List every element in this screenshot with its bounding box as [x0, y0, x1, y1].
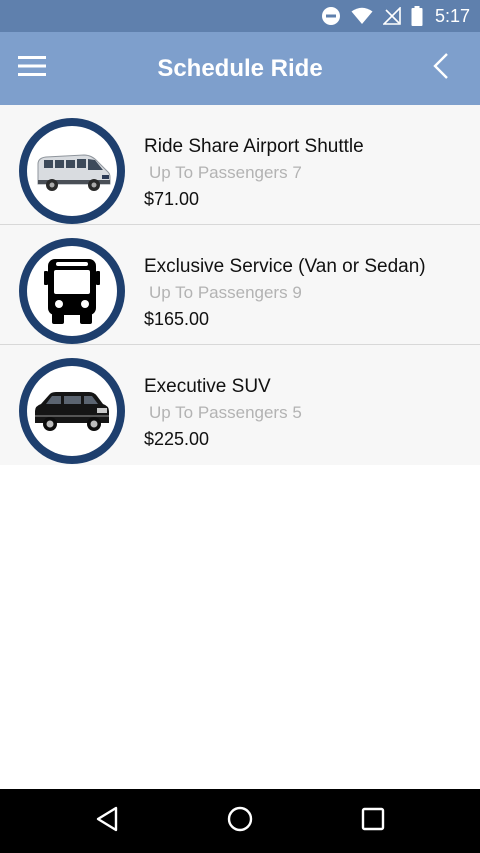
van-image	[37, 154, 111, 191]
ride-thumbnail	[19, 118, 125, 224]
system-nav-bar	[0, 789, 480, 853]
battery-icon	[411, 6, 423, 26]
status-bar: 5:17	[0, 0, 480, 32]
bus-icon	[44, 259, 100, 324]
nav-home-button[interactable]	[225, 806, 255, 836]
nav-recents-button[interactable]	[358, 806, 388, 836]
ride-price: $165.00	[144, 309, 210, 329]
wifi-icon	[351, 7, 373, 25]
ride-capacity: Up To Passengers 5	[149, 403, 302, 422]
back-button[interactable]	[426, 52, 456, 84]
ride-name: Ride Share Airport Shuttle	[144, 136, 364, 157]
ride-list: Ride Share Airport Shuttle Up To Passeng…	[0, 105, 480, 465]
app-bar: Schedule Ride	[0, 32, 480, 105]
back-triangle-icon	[95, 806, 119, 837]
do-not-disturb-icon	[321, 6, 341, 26]
ride-capacity: Up To Passengers 7	[149, 163, 302, 182]
ride-name: Exclusive Service (Van or Sedan)	[144, 256, 426, 277]
ride-option-executive-suv[interactable]: Executive SUV Up To Passengers 5 $225.00	[0, 345, 480, 465]
ride-capacity: Up To Passengers 9	[149, 283, 302, 302]
recents-square-icon	[361, 807, 385, 836]
suv-image	[35, 392, 109, 431]
nav-back-button[interactable]	[92, 806, 122, 836]
home-circle-icon	[227, 806, 253, 837]
chevron-left-icon	[433, 52, 449, 85]
ride-option-exclusive-service[interactable]: Exclusive Service (Van or Sedan) Up To P…	[0, 225, 480, 345]
ride-thumbnail	[19, 238, 125, 344]
no-signal-icon	[382, 7, 401, 25]
ride-thumbnail	[19, 358, 125, 464]
ride-option-airport-shuttle[interactable]: Ride Share Airport Shuttle Up To Passeng…	[0, 105, 480, 225]
status-time: 5:17	[434, 5, 470, 26]
ride-price: $225.00	[144, 429, 210, 449]
page-title: Schedule Ride	[157, 55, 323, 82]
ride-name: Executive SUV	[144, 376, 271, 397]
ride-price: $71.00	[144, 189, 200, 209]
status-icons: 5:17	[321, 0, 470, 32]
